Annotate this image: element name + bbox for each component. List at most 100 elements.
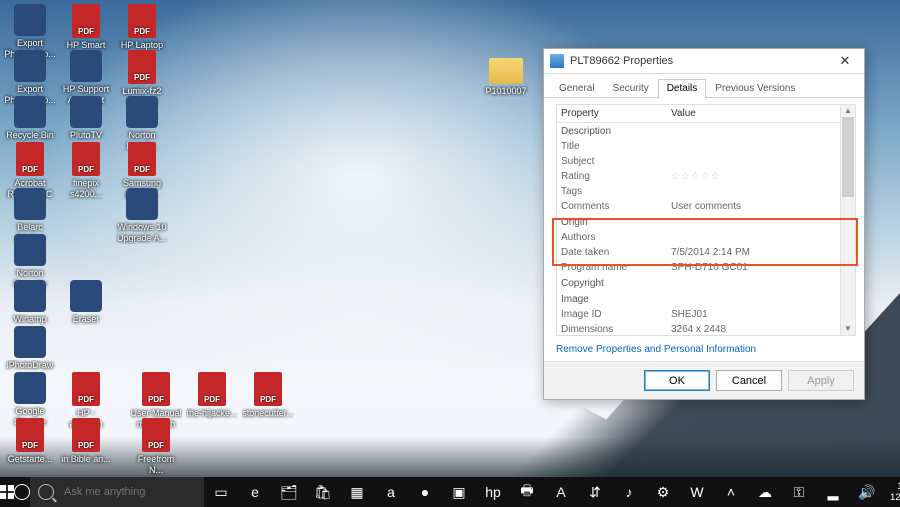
desktop-icon-label: stonecutter... — [242, 408, 294, 419]
taskbar-app-adobe[interactable]: A — [544, 477, 578, 507]
desktop-icon-folder[interactable]: P1010007 — [480, 54, 532, 97]
property-value: ☆☆☆☆☆ — [671, 171, 839, 182]
highlight-origin — [552, 218, 858, 266]
tray-show-hidden[interactable]: ˄ — [714, 477, 748, 507]
tab-security[interactable]: Security — [604, 79, 658, 98]
pdf-file-icon — [16, 418, 44, 452]
desktop-icon[interactable]: finepix s4200... — [60, 142, 112, 200]
cortana-ring-icon — [14, 484, 30, 500]
clock-time: 10:28 AM — [890, 481, 900, 492]
desktop-icon-label: finepix s4200... — [60, 178, 112, 200]
properties-dialog: PLT89662 Properties ✕ General Security D… — [543, 48, 865, 400]
property-row[interactable]: Image IDSHEJ01 — [557, 307, 843, 322]
dialog-title-text: PLT89662 Properties — [570, 55, 828, 67]
app-icon — [14, 326, 46, 358]
taskbar-app-device[interactable]: 🖶 — [510, 477, 544, 507]
desktop-icon[interactable]: Getstarte... — [4, 418, 56, 465]
remove-properties-link[interactable]: Remove Properties and Personal Informati… — [556, 344, 756, 355]
desktop-icon[interactable]: in Bible an... — [60, 418, 112, 465]
pdf-file-icon — [128, 4, 156, 38]
pdf-file-icon — [142, 418, 170, 452]
tab-general[interactable]: General — [550, 79, 604, 98]
taskbar-app-hp[interactable]: hp — [476, 477, 510, 507]
apply-button[interactable]: Apply — [788, 370, 854, 391]
col-property: Property — [561, 108, 671, 119]
tray-volume-icon[interactable]: 🔊 — [850, 477, 884, 507]
property-row[interactable]: Title — [557, 139, 843, 154]
property-row[interactable]: CommentsUser comments — [557, 199, 843, 214]
property-value: 3264 x 2448 — [671, 324, 839, 335]
tray-onedrive-icon[interactable]: ☁ — [748, 477, 782, 507]
property-row[interactable]: Rating☆☆☆☆☆ — [557, 169, 843, 184]
dialog-titlebar[interactable]: PLT89662 Properties ✕ — [544, 49, 864, 74]
cancel-button[interactable]: Cancel — [716, 370, 782, 391]
start-button[interactable] — [0, 477, 14, 507]
app-icon — [14, 4, 46, 36]
taskbar-app-start-menu-tiles[interactable]: ▦ — [340, 477, 374, 507]
tray-wifi-icon[interactable]: ▂ — [816, 477, 850, 507]
desktop-icon[interactable]: HP Laptop — [116, 4, 168, 51]
desktop-icon[interactable]: iPhotoDraw — [4, 326, 56, 371]
pdf-file-icon — [16, 142, 44, 176]
desktop-icon[interactable]: the-hijacke... — [186, 372, 238, 419]
pdf-file-icon — [72, 4, 100, 38]
desktop-icon[interactable]: PlutoTV — [60, 96, 112, 141]
taskbar-app-usb[interactable]: ⇵ — [578, 477, 612, 507]
scroll-thumb[interactable] — [842, 117, 854, 197]
property-row[interactable]: Dimensions3264 x 2448 — [557, 322, 843, 336]
desktop-icon[interactable]: Eraser — [60, 280, 112, 325]
desktop-icon-label: P1010007 — [480, 86, 532, 97]
app-icon — [14, 372, 46, 404]
property-row[interactable]: Tags — [557, 184, 843, 199]
scroll-down-arrow[interactable]: ▼ — [841, 323, 855, 335]
desktop-icon[interactable]: Recycle Bin — [4, 96, 56, 141]
desktop-icon-label: Winamp — [4, 314, 56, 325]
property-name: Image ID — [561, 309, 671, 320]
search-box[interactable] — [30, 477, 204, 507]
property-name: Tags — [561, 186, 671, 197]
taskbar-app-app-a[interactable]: ● — [408, 477, 442, 507]
windows-logo-icon — [0, 485, 14, 499]
taskbar-app-store[interactable]: 🛍 — [306, 477, 340, 507]
app-icon — [70, 50, 102, 82]
tab-details[interactable]: Details — [658, 79, 707, 98]
taskbar-app-photos[interactable]: ▣ — [442, 477, 476, 507]
desktop-icon-label: Freefrom N... — [130, 454, 182, 476]
desktop-icon[interactable]: stonecutter... — [242, 372, 294, 419]
taskbar-app-amazon[interactable]: a — [374, 477, 408, 507]
desktop-icon[interactable]: Winamp — [4, 280, 56, 325]
pdf-file-icon — [72, 142, 100, 176]
taskbar-app-file-explorer[interactable]: 🗂 — [272, 477, 306, 507]
desktop-icon-label: Recycle Bin — [4, 130, 56, 141]
ok-button[interactable]: OK — [644, 370, 710, 391]
tab-previous-versions[interactable]: Previous Versions — [706, 79, 804, 98]
property-group-header: Description — [557, 123, 843, 139]
scroll-up-arrow[interactable]: ▲ — [841, 105, 855, 117]
taskbar-app-radio[interactable]: ♪ — [612, 477, 646, 507]
desktop-icon-label: iPhotoDraw — [4, 360, 56, 371]
desktop-icon[interactable]: Freefrom N... — [130, 418, 182, 476]
search-input[interactable] — [62, 485, 196, 499]
property-name: Rating — [561, 171, 671, 182]
tray-network-icon[interactable]: ⚿ — [782, 477, 816, 507]
taskbar-app-word[interactable]: W — [680, 477, 714, 507]
dialog-body: Property Value DescriptionTitleSubjectRa… — [544, 98, 864, 340]
taskbar-app-task-view[interactable]: ▭ — [204, 477, 238, 507]
taskbar-clock[interactable]: 10:28 AM 12/29/2016 — [884, 481, 900, 503]
desktop-icon-label: PlutoTV — [60, 130, 112, 141]
pdf-file-icon — [72, 372, 100, 406]
desktop-icon[interactable]: Windows 10 Upgrade A... — [116, 188, 168, 244]
property-row[interactable]: Subject — [557, 154, 843, 169]
taskbar-app-edge[interactable]: e — [238, 477, 272, 507]
rating-stars-icon[interactable]: ☆☆☆☆☆ — [671, 171, 721, 182]
taskbar-tray: ˄ ☁ ⚿ ▂ 🔊 10:28 AM 12/29/2016 ▭ — [714, 477, 900, 507]
dialog-icon — [550, 54, 564, 68]
app-icon — [126, 188, 158, 220]
property-group-header: Image — [557, 291, 843, 307]
taskbar-app-settings[interactable]: ⚙ — [646, 477, 680, 507]
property-value — [671, 141, 839, 152]
pdf-file-icon — [142, 372, 170, 406]
property-name: Title — [561, 141, 671, 152]
close-button[interactable]: ✕ — [828, 50, 862, 72]
cortana-button[interactable] — [14, 477, 30, 507]
